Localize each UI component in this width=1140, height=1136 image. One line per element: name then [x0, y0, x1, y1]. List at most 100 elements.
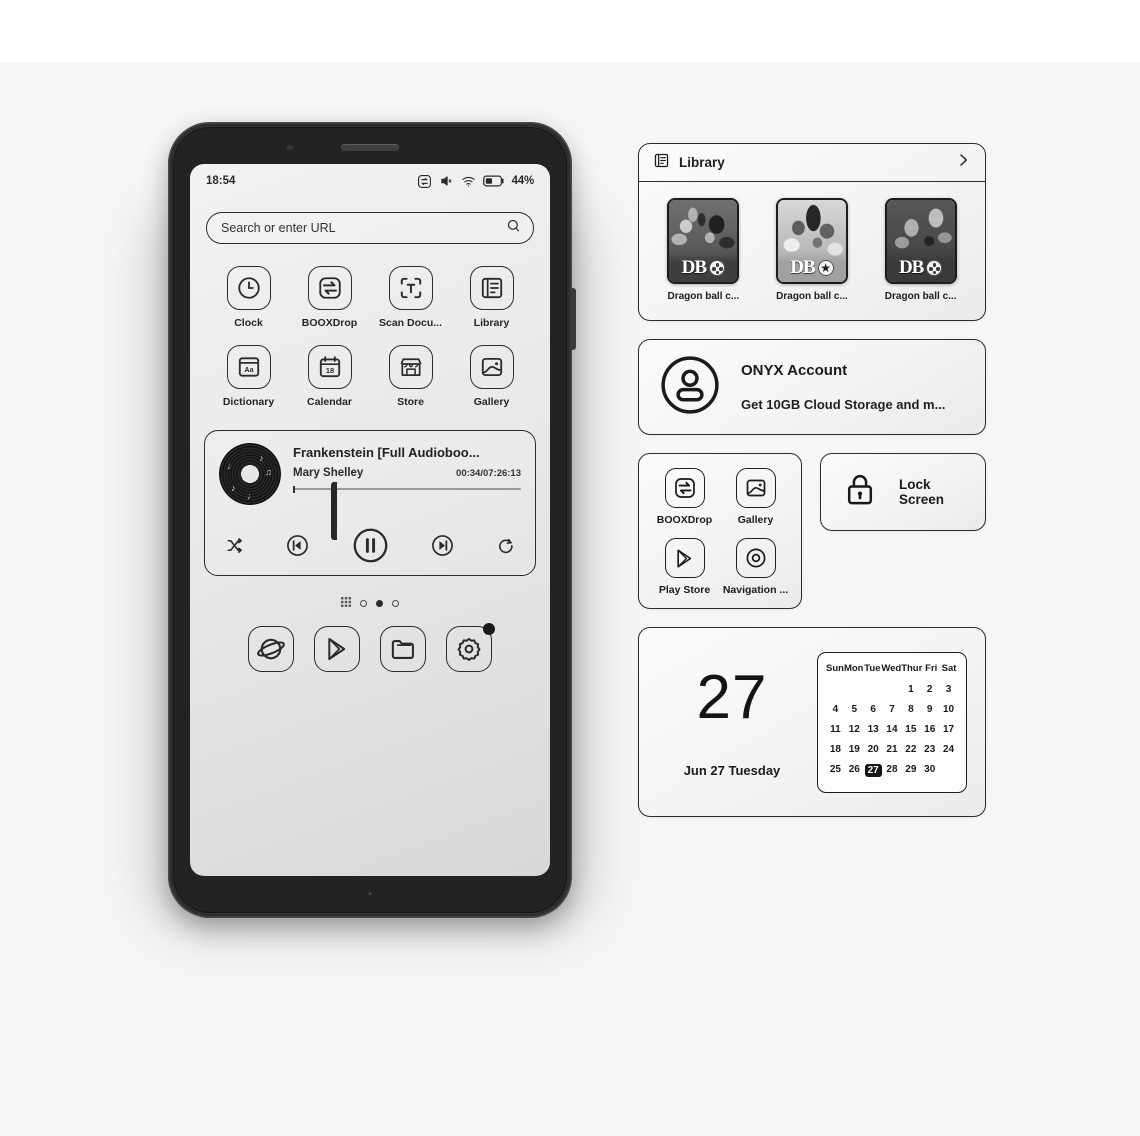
booxdrop-icon[interactable]: [664, 468, 705, 508]
svg-text:Aa: Aa: [244, 366, 254, 374]
status-bar: 18:54 44%: [190, 164, 550, 198]
calendar-day[interactable]: 17: [939, 720, 958, 740]
browser-icon[interactable]: [248, 626, 294, 672]
book-cover[interactable]: DB: [884, 198, 957, 284]
gallery-icon[interactable]: [735, 468, 776, 508]
calendar-day[interactable]: 16: [920, 720, 939, 740]
dock: [190, 623, 550, 672]
shuffle-icon[interactable]: [225, 536, 244, 560]
book-item[interactable]: DB ★ Dragon ball c...: [773, 198, 851, 302]
left-side-button[interactable]: [331, 482, 337, 540]
book-logo-text: DB: [790, 257, 815, 278]
book-item[interactable]: DB Dragon ball c...: [882, 198, 960, 302]
playback-progress-slider[interactable]: [293, 485, 521, 493]
app-scan-document[interactable]: Scan Docu...: [370, 266, 451, 329]
clock-icon[interactable]: [226, 266, 271, 310]
app-library[interactable]: Library: [451, 266, 532, 329]
navigation-ball-icon[interactable]: [735, 538, 776, 578]
shortcut-play-store[interactable]: Play Store: [649, 538, 720, 596]
chevron-right-icon[interactable]: [955, 152, 971, 173]
app-label: BOOXDrop: [301, 317, 358, 329]
play-store-icon[interactable]: [314, 626, 360, 672]
app-booxdrop[interactable]: BOOXDrop: [289, 266, 370, 329]
calendar-day[interactable]: 14: [883, 720, 902, 740]
app-calendar[interactable]: 18 Calendar: [289, 345, 370, 408]
search-input[interactable]: Search or enter URL: [206, 212, 534, 244]
play-store-icon[interactable]: [664, 538, 705, 578]
book-cover[interactable]: DB: [667, 198, 740, 284]
calendar-day[interactable]: 21: [883, 740, 902, 760]
calendar-day[interactable]: 10: [939, 700, 958, 720]
calendar-month-grid[interactable]: Sun Mon Tue Wed Thur Fri Sat 1 2 3 4 5 6 7 8 9 10 11 12 13…: [817, 651, 967, 793]
book-item[interactable]: DB Dragon ball c...: [664, 198, 742, 302]
app-label: Calendar: [307, 396, 352, 408]
calendar-widget[interactable]: 27 Jun 27 Tuesday Sun Mon Tue Wed Thur Fri Sat…: [638, 627, 986, 817]
calendar-day[interactable]: 3: [939, 680, 958, 700]
shortcut-gallery[interactable]: Gallery: [720, 468, 791, 526]
app-gallery[interactable]: Gallery: [451, 345, 532, 408]
shortcut-label: Gallery: [737, 514, 774, 526]
dictionary-icon[interactable]: Aa: [226, 345, 271, 389]
pause-icon[interactable]: [352, 527, 389, 569]
library-icon[interactable]: [469, 266, 514, 310]
next-icon[interactable]: [430, 533, 455, 563]
library-widget[interactable]: Library DB Dragon ball c... DB ★ Dragon …: [638, 143, 986, 321]
calendar-blank: [883, 680, 902, 700]
scan-document-icon[interactable]: [388, 266, 433, 310]
calendar-day[interactable]: 28: [883, 760, 902, 782]
media-player-widget[interactable]: ♪ ♫ ♪ ♩ ♩ Frankenstein [Full Audioboo...…: [204, 430, 536, 576]
settings-gear-icon[interactable]: [446, 623, 495, 672]
repeat-icon[interactable]: [496, 536, 515, 560]
app-dictionary[interactable]: Aa Dictionary: [208, 345, 289, 408]
calendar-day[interactable]: 4: [826, 700, 845, 720]
shortcut-navigation-ball[interactable]: Navigation ...: [720, 538, 791, 596]
book-cover[interactable]: DB ★: [775, 198, 848, 284]
search-icon[interactable]: [506, 218, 521, 238]
page-dot-3[interactable]: [392, 599, 399, 607]
calendar-day[interactable]: 15: [901, 720, 920, 740]
library-widget-header[interactable]: Library: [639, 144, 985, 182]
app-label: Dictionary: [222, 396, 275, 408]
calendar-day[interactable]: 29: [901, 760, 920, 782]
shortcut-label: Play Store: [658, 584, 711, 596]
calendar-day[interactable]: 20: [864, 740, 883, 760]
page-dot-1[interactable]: [360, 599, 367, 607]
gallery-icon[interactable]: [469, 345, 514, 389]
booxdrop-icon[interactable]: [307, 266, 352, 310]
calendar-day[interactable]: 22: [901, 740, 920, 760]
calendar-day-today[interactable]: 27: [864, 760, 883, 782]
calendar-day[interactable]: 23: [920, 740, 939, 760]
calendar-day[interactable]: 8: [901, 700, 920, 720]
calendar-day[interactable]: 26: [845, 760, 864, 782]
app-drawer-icon[interactable]: [341, 594, 351, 612]
calendar-day[interactable]: 6: [864, 700, 883, 720]
calendar-day[interactable]: 12: [845, 720, 864, 740]
previous-icon[interactable]: [285, 533, 310, 563]
calendar-day[interactable]: 5: [845, 700, 864, 720]
calendar-day[interactable]: 25: [826, 760, 845, 782]
calendar-day[interactable]: 18: [826, 740, 845, 760]
shortcut-booxdrop[interactable]: BOOXDrop: [649, 468, 720, 526]
calendar-icon[interactable]: 18: [307, 345, 352, 389]
store-icon[interactable]: [388, 345, 433, 389]
calendar-day[interactable]: 1: [901, 680, 920, 700]
onyx-account-widget[interactable]: ONYX Account Get 10GB Cloud Storage and …: [638, 339, 986, 435]
app-clock[interactable]: Clock: [208, 266, 289, 329]
calendar-day[interactable]: 11: [826, 720, 845, 740]
volume-mute-icon: [439, 174, 454, 188]
calendar-day[interactable]: 2: [920, 680, 939, 700]
right-side-button[interactable]: [570, 288, 576, 350]
shortcut-label: Navigation ...: [722, 584, 789, 596]
page-dot-2-active[interactable]: [376, 599, 383, 607]
calendar-day[interactable]: 13: [864, 720, 883, 740]
calendar-weekday: Wed: [881, 662, 902, 674]
lock-screen-widget[interactable]: Lock Screen: [820, 453, 986, 531]
calendar-day[interactable]: 30: [920, 760, 939, 782]
app-store[interactable]: Store: [370, 345, 451, 408]
calendar-day[interactable]: 19: [845, 740, 864, 760]
calendar-day[interactable]: 9: [920, 700, 939, 720]
app-label: Gallery: [473, 396, 510, 408]
calendar-day[interactable]: 24: [939, 740, 958, 760]
file-manager-icon[interactable]: [380, 626, 426, 672]
calendar-day[interactable]: 7: [883, 700, 902, 720]
